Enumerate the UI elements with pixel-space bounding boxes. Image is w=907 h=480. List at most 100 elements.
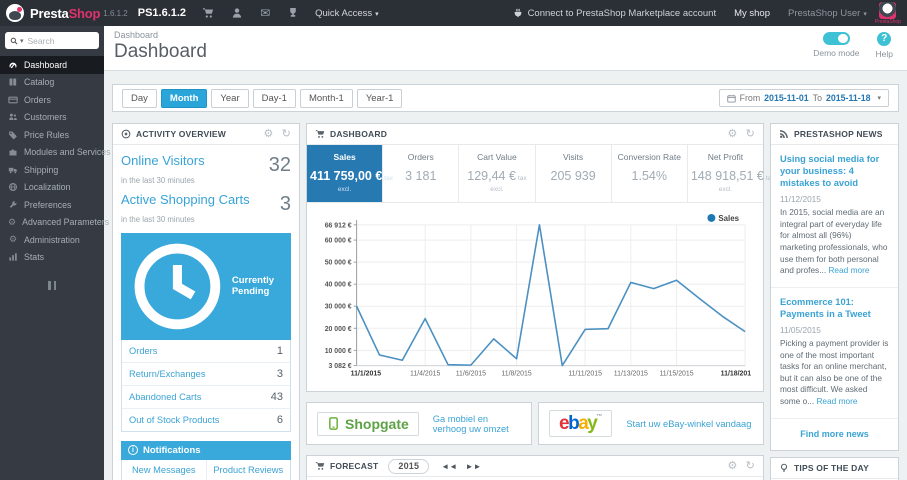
panel-refresh-icon[interactable]: ↻ [746, 128, 755, 140]
find-more-news-link[interactable]: Find more news [771, 419, 898, 450]
shopgate-link[interactable]: Ga mobiel en verhoog uw omzet [433, 414, 521, 434]
quick-access-menu[interactable]: Quick Access ▾ [315, 8, 379, 19]
out-of-stock-link[interactable]: Out of Stock Products [129, 415, 219, 425]
target-icon [121, 129, 131, 139]
panel-refresh-icon[interactable]: ↻ [282, 128, 291, 140]
svg-text:30 000 €: 30 000 € [325, 304, 352, 311]
filter-day-button[interactable]: Day [122, 88, 157, 108]
orders-link[interactable]: Orders [129, 346, 157, 356]
trophy-icon[interactable] [287, 7, 299, 19]
panel-title: DASHBOARD [330, 129, 388, 139]
trademark-symbol: ™ [596, 414, 603, 421]
date-range-picker[interactable]: From 2015-11-01 To 2015-11-18 ▾ [718, 89, 889, 107]
info-icon [128, 445, 138, 456]
dashboard-kpi-panel: DASHBOARD ⚙ ↻ Sales 411 759,00 € tax excl… [306, 123, 775, 393]
filter-month-1-button[interactable]: Month-1 [299, 88, 353, 108]
sidebar-item-advanced-parameters[interactable]: ⚙ Advanced Parameters [0, 214, 109, 232]
svg-text:66 912 €: 66 912 € [325, 222, 352, 229]
kpi-value: 1.54% [631, 169, 667, 183]
filter-day-1-button[interactable]: Day-1 [252, 88, 296, 108]
brand-presta: Presta [30, 5, 69, 21]
table-row: Abandoned Carts 43 [122, 386, 290, 409]
ebay-link[interactable]: Start uw eBay-winkel vandaag [626, 419, 751, 429]
sidebar-search[interactable]: ▾ [5, 32, 99, 49]
to-date: 2015-11-18 [825, 93, 871, 103]
ebay-logo[interactable]: ebay™ [549, 410, 613, 438]
panel-settings-gear-icon[interactable]: ⚙ [728, 460, 738, 472]
new-messages-link[interactable]: New Messages [126, 465, 202, 475]
kpi-net-profit[interactable]: Net Profit 148 918,51 €tax excl. [688, 145, 775, 202]
search-input[interactable] [27, 35, 78, 46]
kpi-visits[interactable]: Visits 205 939 [536, 145, 612, 202]
shopgate-logo[interactable]: Shopgate [317, 411, 419, 436]
kpi-sales[interactable]: Sales 411 759,00 € tax excl. [307, 145, 393, 202]
sidebar-item-preferences[interactable]: Preferences [0, 196, 104, 214]
avatar[interactable]: PrestaShop [875, 1, 901, 25]
cart-icon [315, 130, 325, 138]
sidebar-item-localization[interactable]: Localization [0, 179, 104, 197]
search-scope-caret-icon[interactable]: ▾ [20, 37, 24, 45]
sidebar-item-shipping[interactable]: Shipping [0, 161, 104, 179]
person-icon[interactable] [231, 7, 243, 19]
ebay-letter: b [568, 413, 580, 435]
my-shop-link[interactable]: My shop [734, 8, 770, 19]
panel-settings-gear-icon[interactable]: ⚙ [264, 128, 274, 140]
sidebar-item-label: Modules and Services [24, 147, 111, 158]
filter-month-button[interactable]: Month [160, 88, 208, 108]
sidebar-item-administration[interactable]: ⚙ Administration [0, 231, 104, 249]
sidebar-item-price-rules[interactable]: Price Rules [0, 126, 104, 144]
kpi-cart-value[interactable]: Cart Value 129,44 € tax excl. [459, 145, 536, 202]
breadcrumb[interactable]: Dashboard [114, 30, 897, 40]
section-title: Currently Pending [231, 275, 275, 298]
product-reviews-link[interactable]: Product Reviews [211, 465, 287, 475]
read-more-link[interactable]: Read more [828, 265, 869, 275]
news-article-title[interactable]: Using social media for your business: 4 … [780, 153, 889, 189]
wrench-icon [9, 200, 17, 208]
collapse-menu-button[interactable] [0, 281, 104, 290]
tips-of-the-day-panel: TIPS OF THE DAY ingenico Payment service… [770, 456, 899, 480]
sidebar-item-dashboard[interactable]: Dashboard [0, 56, 104, 74]
help-icon[interactable] [877, 32, 892, 46]
ebay-letter: y [587, 413, 598, 435]
marketplace-link[interactable]: Connect to PrestaShop Marketplace accoun… [513, 8, 716, 19]
sidebar-item-customers[interactable]: Customers [0, 109, 104, 127]
active-carts-subtitle: in the last 30 minutes [121, 215, 195, 224]
svg-text:11/11/2015: 11/11/2015 [568, 371, 602, 378]
envelope-icon[interactable]: ✉ [260, 7, 270, 19]
panel-refresh-icon[interactable]: ↻ [746, 460, 755, 472]
cart-icon[interactable] [202, 7, 214, 19]
sidebar-item-orders[interactable]: Orders [0, 91, 104, 109]
kpi-conversion-rate[interactable]: Conversion Rate 1.54% [612, 145, 688, 202]
active-carts-link[interactable]: Active Shopping Carts [121, 192, 250, 207]
user-menu[interactable]: PrestaShop User ▾ [788, 8, 867, 19]
news-article-title[interactable]: Ecommerce 101: Payments in a Tweet [780, 296, 889, 320]
read-more-link[interactable]: Read more [816, 396, 857, 406]
sidebar-item-stats[interactable]: Stats [0, 249, 104, 267]
previous-year-button[interactable]: ◄◄ [441, 462, 457, 471]
filter-year-button[interactable]: Year [211, 88, 249, 108]
online-visitors-link[interactable]: Online Visitors [121, 153, 205, 168]
next-year-button[interactable]: ►► [465, 462, 481, 471]
kpi-orders[interactable]: Orders 3 181 [383, 145, 460, 202]
panel-settings-gear-icon[interactable]: ⚙ [728, 128, 738, 140]
filter-year-1-button[interactable]: Year-1 [356, 88, 403, 108]
prestashop-logo-icon[interactable] [6, 4, 24, 22]
kpi-row: Sales 411 759,00 € tax excl. Orders 3 181… [307, 145, 775, 203]
online-visitors-subtitle: in the last 30 minutes [121, 176, 195, 185]
shop-name[interactable]: PS1.6.1.2 [138, 7, 186, 19]
product-reviews-cell[interactable]: Product Reviews 882 [205, 459, 291, 480]
sidebar-item-modules[interactable]: Modules and Services [0, 144, 111, 162]
sidebar-item-label: Customers [24, 112, 67, 123]
kpi-label: Conversion Rate [617, 152, 681, 162]
brand-title[interactable]: PrestaShop [30, 6, 100, 21]
gears-icon: ⚙ [8, 216, 17, 227]
new-messages-cell[interactable]: New Messages 144 [122, 460, 206, 480]
demo-mode-toggle[interactable] [822, 32, 850, 45]
sidebar-item-catalog[interactable]: Catalog [0, 74, 104, 92]
kpi-value: 3 181 [405, 169, 437, 183]
abandoned-carts-link[interactable]: Abandoned Carts [129, 392, 201, 402]
returns-link[interactable]: Return/Exchanges [129, 369, 206, 379]
news-article: Ecommerce 101: Payments in a Tweet 11/05… [771, 288, 898, 419]
svg-text:11/15/2015: 11/15/2015 [659, 371, 693, 378]
lightbulb-icon [780, 463, 788, 472]
